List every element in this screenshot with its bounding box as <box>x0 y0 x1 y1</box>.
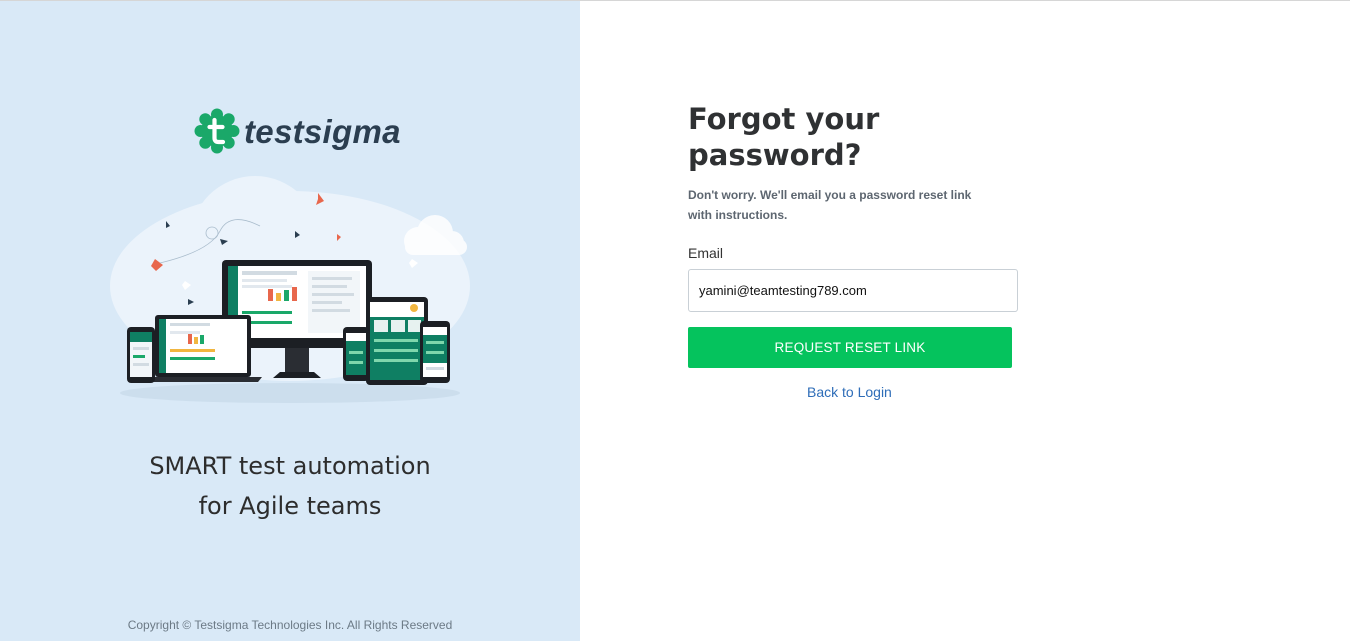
forgot-password-page: testsigma SMART test automation for Agil… <box>0 0 1350 641</box>
page-title: Forgot your password? <box>688 102 880 172</box>
testsigma-gear-logo-icon <box>194 108 240 154</box>
copyright-text: Copyright © Testsigma Technologies Inc. … <box>127 618 453 632</box>
email-label: Email <box>688 245 724 261</box>
brand-name: testsigma <box>244 112 401 150</box>
form-panel: Forgot your password? Don't worry. We'll… <box>580 1 1350 641</box>
page-subtitle: Don't worry. We'll email you a password … <box>688 188 972 222</box>
forgot-password-form: Forgot your password? Don't worry. We'll… <box>688 101 1028 368</box>
tagline: SMART test automation for Agile teams <box>149 452 431 520</box>
request-reset-link-button[interactable]: REQUEST RESET LINK <box>688 327 1012 368</box>
testsigma-logo: testsigma <box>194 106 401 156</box>
devices-illustration <box>110 176 470 403</box>
back-to-login-link[interactable]: Back to Login <box>807 384 892 400</box>
email-field[interactable] <box>688 269 1018 312</box>
brand-panel: testsigma SMART test automation for Agil… <box>0 1 580 641</box>
